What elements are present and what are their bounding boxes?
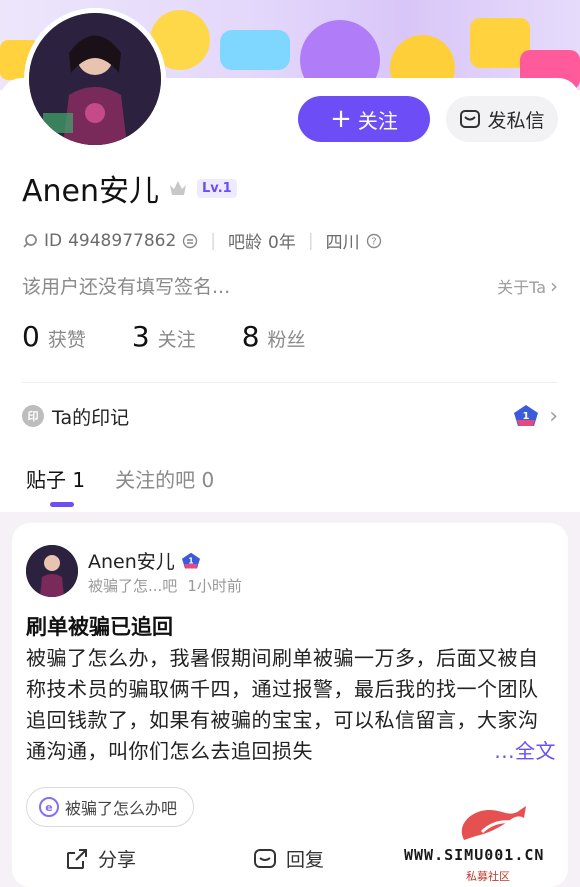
avatar-image-icon bbox=[26, 545, 78, 597]
forum-tag-label: 被骗了怎么办吧 bbox=[65, 799, 178, 818]
post-author[interactable]: Anen安儿 bbox=[88, 547, 175, 574]
profile-stats: 0 获赞 3 关注 8 粉丝 bbox=[22, 320, 306, 353]
about-link[interactable]: 关于Ta › bbox=[497, 274, 558, 298]
imprint-icon: 印 bbox=[22, 405, 44, 427]
share-label: 分享 bbox=[98, 849, 137, 871]
watermark-logo-icon bbox=[461, 806, 526, 840]
post-author-avatar[interactable] bbox=[26, 545, 78, 597]
reply-label: 回复 bbox=[286, 849, 325, 871]
rank-badge-icon: 1 bbox=[514, 405, 539, 426]
imprint-right: 1 › bbox=[513, 404, 558, 429]
message-label: 发私信 bbox=[487, 109, 545, 132]
crown-icon bbox=[170, 181, 187, 195]
tab-followed-forums[interactable]: 关注的吧 0 bbox=[115, 464, 214, 493]
post-forum[interactable]: 被骗了怎...吧 bbox=[88, 575, 177, 596]
profile-meta: ID 4948977862 | 吧龄 0年 | 四川 ? bbox=[22, 228, 382, 253]
reply-icon bbox=[254, 848, 276, 868]
age-label: 吧龄 bbox=[228, 233, 263, 253]
avatar-image-icon bbox=[29, 13, 161, 145]
meta-divider: | bbox=[307, 230, 314, 251]
about-label: 关于Ta bbox=[497, 277, 546, 297]
chevron-right-icon: › bbox=[550, 273, 558, 298]
profile-name: Anen安儿 bbox=[22, 174, 160, 209]
profile-name-row: Anen安儿 Lv.1 bbox=[22, 166, 237, 210]
site-watermark: WWW.SIMU001.CN 私募社区 bbox=[402, 800, 580, 887]
post-title: 刷单被骗已追回 bbox=[26, 615, 173, 639]
stat-number: 3 bbox=[131, 320, 150, 353]
watermark-subtext: 私募社区 bbox=[466, 870, 510, 883]
stat-label: 获赞 bbox=[47, 329, 86, 351]
post-body: 被骗了怎么办，我暑假期间刷单被骗一万多，后面又被自称技术员的骗取俩千四，通过报警… bbox=[26, 643, 556, 767]
follow-button[interactable]: + 关注 bbox=[298, 96, 430, 142]
stat-label: 粉丝 bbox=[267, 329, 306, 351]
svg-text:1: 1 bbox=[523, 411, 530, 422]
chevron-right-icon: › bbox=[549, 403, 558, 429]
age-value: 0年 bbox=[268, 233, 296, 253]
id-label: ID bbox=[44, 230, 63, 251]
imprint-left: 印 Ta的印记 bbox=[22, 403, 129, 430]
location: 四川 bbox=[325, 233, 360, 253]
copy-icon[interactable] bbox=[182, 233, 198, 249]
forum-tag-chip[interactable]: e 被骗了怎么办吧 bbox=[26, 787, 195, 827]
post-time: 1小时前 bbox=[187, 577, 242, 595]
tab-posts[interactable]: 贴子 1 bbox=[26, 464, 85, 507]
profile-tabs: 贴子 1 关注的吧 0 bbox=[26, 464, 214, 507]
reply-button[interactable]: 回复 bbox=[252, 845, 324, 872]
section-divider bbox=[22, 382, 558, 383]
profile-avatar[interactable] bbox=[24, 8, 166, 150]
signature: 该用户还没有填写签名... bbox=[22, 276, 231, 298]
share-button[interactable]: 分享 bbox=[64, 845, 136, 872]
id-value: 4948977862 bbox=[68, 230, 177, 251]
message-icon bbox=[460, 110, 481, 128]
message-button[interactable]: 发私信 bbox=[446, 96, 558, 142]
read-more-link[interactable]: ...全文 bbox=[490, 736, 556, 767]
search-icon bbox=[23, 233, 37, 248]
forum-icon: e bbox=[39, 797, 59, 817]
stat-following[interactable]: 3 关注 bbox=[132, 320, 196, 353]
stat-number: 8 bbox=[241, 320, 260, 353]
svg-text:?: ? bbox=[371, 236, 376, 247]
stat-likes[interactable]: 0 获赞 bbox=[22, 320, 86, 353]
post-meta: 被骗了怎...吧 1小时前 bbox=[88, 575, 242, 596]
follow-label: 关注 bbox=[357, 108, 398, 133]
post-body-text: 被骗了怎么办，我暑假期间刷单被骗一万多，后面又被自称技术员的骗取俩千四，通过报警… bbox=[26, 646, 539, 763]
stat-number: 0 bbox=[22, 320, 40, 353]
plus-icon: + bbox=[330, 104, 352, 134]
imprint-row[interactable]: 印 Ta的印记 1 › bbox=[22, 396, 558, 436]
stat-label: 关注 bbox=[157, 329, 196, 351]
level-badge: Lv.1 bbox=[197, 178, 237, 198]
watermark-text: WWW.SIMU001.CN bbox=[404, 846, 545, 864]
stat-fans[interactable]: 8 粉丝 bbox=[242, 320, 306, 353]
svg-text:1: 1 bbox=[188, 556, 193, 565]
rank-badge-icon: 1 bbox=[181, 552, 200, 568]
meta-divider: | bbox=[210, 230, 217, 251]
imprint-label: Ta的印记 bbox=[52, 406, 130, 429]
share-icon bbox=[67, 848, 87, 869]
signature-row: 该用户还没有填写签名... 关于Ta › bbox=[22, 272, 558, 299]
help-icon[interactable]: ? bbox=[366, 233, 382, 249]
post-author-row: Anen安儿 1 bbox=[88, 547, 201, 574]
